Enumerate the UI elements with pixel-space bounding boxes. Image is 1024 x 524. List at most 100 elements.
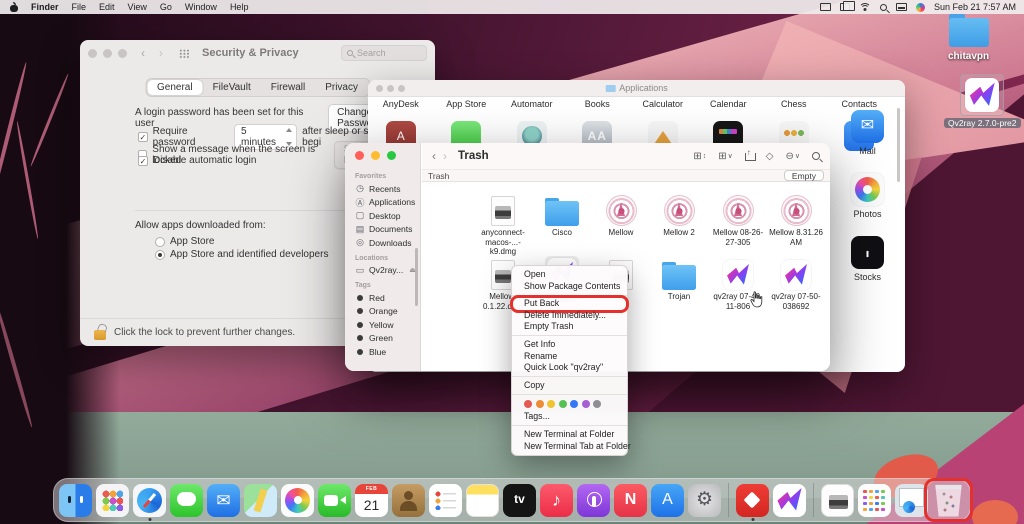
menu-item-show-package-contents[interactable]: Show Package Contents	[512, 281, 627, 293]
share-icon[interactable]	[745, 151, 754, 161]
sidebar-tag-yellow[interactable]: Yellow	[355, 318, 420, 332]
view-options-icon[interactable]: ⊞∨	[718, 151, 733, 162]
close-button[interactable]	[355, 151, 364, 160]
menu-item-copy[interactable]: Copy	[512, 380, 627, 392]
file-item[interactable]: Trojan	[650, 256, 708, 302]
dock-messages-icon[interactable]	[170, 484, 203, 517]
app-item-stocks[interactable]: Stocks	[830, 236, 905, 282]
file-item[interactable]: qv2ray 07-50-038692	[767, 256, 825, 311]
tag-dot-purple[interactable]	[582, 400, 590, 408]
dock-contacts-icon[interactable]	[392, 484, 425, 517]
app-item-mail[interactable]: ✉ Mail	[830, 110, 905, 156]
menu-help[interactable]: Help	[230, 2, 249, 12]
close-button[interactable]	[88, 49, 97, 58]
siri-icon[interactable]	[916, 3, 925, 12]
screen-mirroring-icon[interactable]	[820, 3, 831, 11]
tab-filevault[interactable]: FileVault	[203, 80, 261, 95]
menu-item-tags[interactable]: Tags...	[512, 411, 627, 423]
tab-firewall[interactable]: Firewall	[261, 80, 315, 95]
dock-anydesk-icon[interactable]	[736, 484, 769, 517]
dock-downloads-stack-icon[interactable]	[895, 484, 928, 517]
sidebar-tag-red[interactable]: Red	[355, 291, 420, 305]
scrollbar[interactable]	[897, 108, 900, 182]
app-label[interactable]: Calendar	[696, 99, 762, 109]
menu-go[interactable]: Go	[160, 2, 172, 12]
dock-app-store-icon[interactable]	[651, 484, 684, 517]
identified-developers-radio[interactable]	[155, 250, 165, 260]
dock-podcasts-icon[interactable]	[577, 484, 610, 517]
window-stack-icon[interactable]	[840, 3, 850, 11]
show-all-icon[interactable]	[179, 49, 190, 58]
dock-launchpad-icon[interactable]	[96, 484, 129, 517]
dock-system-preferences-icon[interactable]	[688, 484, 721, 517]
minimize-button[interactable]	[387, 85, 394, 92]
file-item[interactable]: Mellow 2	[650, 192, 708, 238]
sidebar-item-documents[interactable]: ▤Documents	[355, 223, 420, 237]
menu-item-rename[interactable]: Rename	[512, 351, 627, 363]
dock-applications-stack-icon[interactable]	[858, 484, 891, 517]
tag-dot-grey[interactable]	[593, 400, 601, 408]
zoom-button[interactable]	[118, 49, 127, 58]
dock-safari-icon[interactable]	[133, 484, 166, 517]
app-label[interactable]: Chess	[761, 99, 827, 109]
dock-facetime-icon[interactable]	[318, 484, 351, 517]
search-icon[interactable]	[812, 152, 820, 160]
back-icon[interactable]: ‹	[141, 46, 145, 60]
app-item-photos[interactable]: Photos	[830, 173, 905, 219]
app-label[interactable]: AnyDesk	[368, 99, 434, 109]
dock-photos-icon[interactable]	[281, 484, 314, 517]
zoom-button[interactable]	[387, 151, 396, 160]
apple-menu-icon[interactable]	[10, 3, 18, 12]
menu-finder[interactable]: Finder	[31, 2, 59, 12]
menu-edit[interactable]: Edit	[99, 2, 115, 12]
dock-calendar-icon[interactable]: FEB 21	[355, 484, 388, 517]
file-item[interactable]: Mellow	[592, 192, 650, 238]
action-menu-icon[interactable]: ⊖∨	[785, 151, 800, 162]
minimize-button[interactable]	[371, 151, 380, 160]
tag-icon[interactable]: ◇	[766, 151, 774, 162]
menu-item-delete-immediately[interactable]: Delete Immediately...	[512, 310, 627, 322]
dock-dmg-document-icon[interactable]	[821, 484, 854, 517]
unlocked-padlock-icon[interactable]	[94, 330, 106, 340]
sidebar-tag-orange[interactable]: Orange	[355, 305, 420, 319]
empty-trash-button[interactable]: Empty	[784, 170, 824, 181]
file-item[interactable]: Cisco	[533, 192, 591, 238]
back-icon[interactable]: ‹	[432, 149, 436, 163]
file-item[interactable]: Mellow 08-26-27-305	[709, 192, 767, 247]
disable-auto-login-checkbox[interactable]: ✓	[138, 156, 148, 166]
forward-icon[interactable]: ›	[159, 46, 163, 60]
menu-item-get-info[interactable]: Get Info	[512, 339, 627, 351]
sidebar-item-qv2ray-volume[interactable]: ▭Qv2ray...⏏	[355, 264, 420, 278]
app-label[interactable]: Contacts	[827, 99, 893, 109]
app-label[interactable]: Calculator	[630, 99, 696, 109]
menu-item-put-back[interactable]: Put Back	[512, 298, 627, 310]
dock-trash-icon[interactable]	[932, 484, 965, 517]
menu-view[interactable]: View	[128, 2, 147, 12]
forward-icon[interactable]: ›	[443, 149, 447, 163]
sidebar-tag-green[interactable]: Green	[355, 332, 420, 346]
tab-privacy[interactable]: Privacy	[315, 80, 368, 95]
sidebar-tag-blue[interactable]: Blue	[355, 345, 420, 359]
app-label[interactable]: Automator	[499, 99, 565, 109]
dock-notes-icon[interactable]	[466, 484, 499, 517]
menu-item-open[interactable]: Open	[512, 269, 627, 281]
tag-dot-orange[interactable]	[536, 400, 544, 408]
app-label[interactable]: App Store	[434, 99, 500, 109]
dock-tv-icon[interactable]	[503, 484, 536, 517]
dock-qv2ray-icon[interactable]	[773, 484, 806, 517]
menu-item-quick-look[interactable]: Quick Look "qv2ray"	[512, 362, 627, 374]
menu-item-new-terminal-tab[interactable]: New Terminal Tab at Folder	[512, 441, 627, 453]
spotlight-icon[interactable]	[880, 4, 887, 11]
tab-general[interactable]: General	[147, 80, 203, 95]
sidebar-item-recents[interactable]: ◷Recents	[355, 182, 420, 196]
sidebar-scrollbar[interactable]	[415, 248, 418, 306]
menu-item-new-terminal[interactable]: New Terminal at Folder	[512, 429, 627, 441]
close-button[interactable]	[376, 85, 383, 92]
dock-finder-icon[interactable]	[59, 484, 92, 517]
menu-window[interactable]: Window	[185, 2, 217, 12]
dock-news-icon[interactable]	[614, 484, 647, 517]
desktop-icon-chitavpn[interactable]: chitavpn	[948, 18, 989, 62]
menu-item-empty-trash[interactable]: Empty Trash	[512, 321, 627, 333]
desktop-icon-qv2ray[interactable]: Qv2ray 2.7.0-pre2	[944, 74, 1021, 128]
tag-dot-yellow[interactable]	[547, 400, 555, 408]
